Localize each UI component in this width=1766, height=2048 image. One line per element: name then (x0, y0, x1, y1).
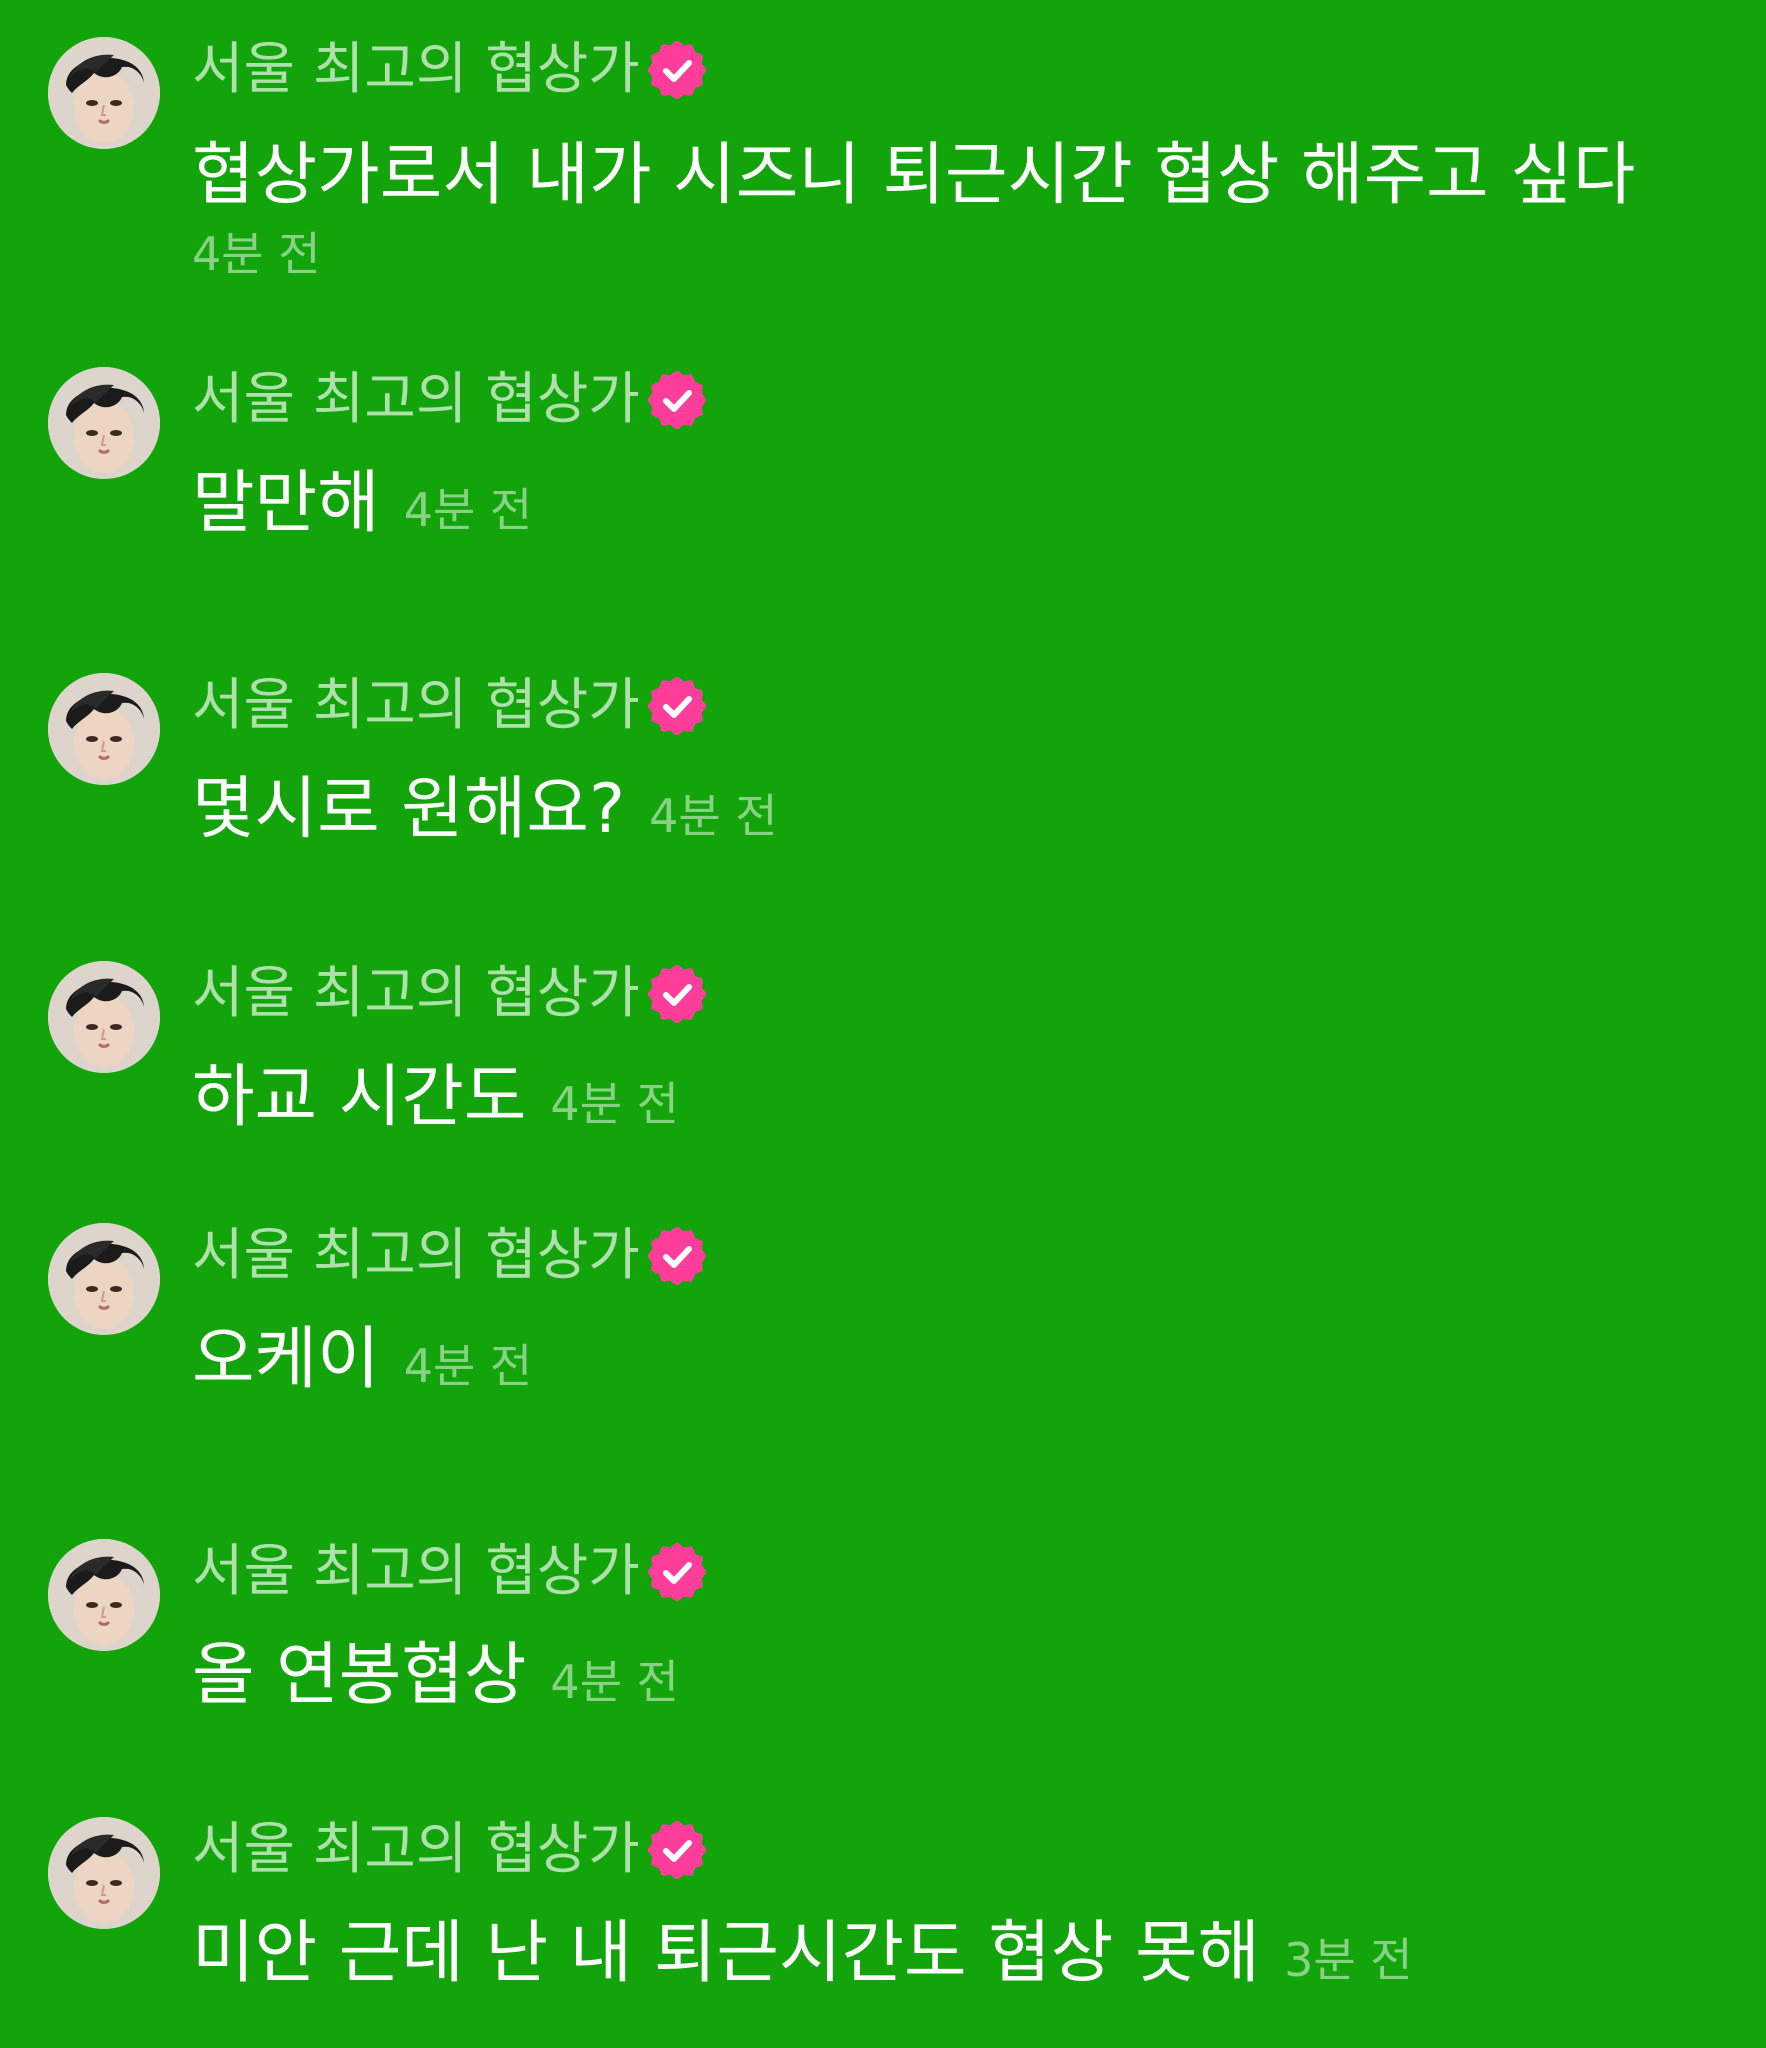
comment-timestamp: 4분 전 (550, 1655, 679, 1709)
comment-body: 말만해 4분 전 (192, 458, 532, 550)
comment-text: 오케이 (192, 1320, 380, 1399)
username[interactable]: 서울 최고의 협상가 (192, 1532, 640, 1612)
comment-body: 미안 근데 난 내 퇴근시간도 협상 못해 3분 전 (192, 1908, 1413, 2000)
comment-header: 서울 최고의 협상가 (192, 360, 706, 440)
comment-text: 미안 근데 난 내 퇴근시간도 협상 못해 (192, 1914, 1261, 1993)
username[interactable]: 서울 최고의 협상가 (192, 954, 640, 1034)
username[interactable]: 서울 최고의 협상가 (192, 666, 640, 746)
username[interactable]: 서울 최고의 협상가 (192, 360, 640, 440)
username[interactable]: 서울 최고의 협상가 (192, 30, 640, 110)
comment-header: 서울 최고의 협상가 (192, 666, 706, 746)
comment-header: 서울 최고의 협상가 (192, 954, 706, 1034)
user-avatar[interactable] (48, 961, 160, 1073)
comment-body: 올 연봉협상 4분 전 (192, 1630, 679, 1722)
username[interactable]: 서울 최고의 협상가 (192, 1216, 640, 1296)
comment-timestamp: 4분 전 (550, 1077, 679, 1131)
user-avatar[interactable] (48, 37, 160, 149)
comment-header: 서울 최고의 협상가 (192, 1810, 706, 1890)
comment-timestamp: 4분 전 (403, 1339, 533, 1393)
user-avatar[interactable] (48, 1539, 160, 1651)
verified-badge-icon (647, 1227, 706, 1285)
comment-text: 하교 시간도 (192, 1058, 527, 1137)
verified-badge-icon (647, 371, 706, 429)
comment-body: 하교 시간도 4분 전 (192, 1052, 679, 1144)
comment-feed: 서울 최고의 협상가 협상가로서 내가 시즈니 퇴근시간 협상 해주고 싶다 4… (0, 0, 1766, 2048)
comment-timestamp: 4분 전 (403, 483, 533, 537)
comment-timestamp: 3분 전 (1284, 1933, 1413, 1987)
username[interactable]: 서울 최고의 협상가 (192, 1810, 640, 1890)
user-avatar[interactable] (48, 1817, 160, 1929)
comment-text: 협상가로서 내가 시즈니 퇴근시간 협상 해주고 싶다 (192, 136, 1636, 215)
user-avatar[interactable] (48, 367, 160, 479)
verified-badge-icon (647, 677, 706, 735)
verified-badge-icon (647, 1543, 706, 1601)
user-avatar[interactable] (48, 1223, 160, 1335)
user-avatar[interactable] (48, 673, 160, 785)
comment-timestamp: 4분 전 (192, 227, 321, 281)
comment-timestamp: 4분 전 (649, 789, 778, 843)
verified-badge-icon (647, 1821, 706, 1879)
comment-body: 오케이 4분 전 (192, 1314, 532, 1406)
comment-header: 서울 최고의 협상가 (192, 1216, 706, 1296)
verified-badge-icon (647, 41, 706, 99)
verified-badge-icon (647, 965, 706, 1023)
comment-text: 올 연봉협상 (192, 1636, 527, 1715)
comment-body: 협상가로서 내가 시즈니 퇴근시간 협상 해주고 싶다 (192, 130, 1635, 222)
comment-header: 서울 최고의 협상가 (192, 30, 706, 110)
comment-header: 서울 최고의 협상가 (192, 1532, 706, 1612)
comment-text: 말만해 (192, 464, 380, 543)
comment-body: 몇시로 원해요? 4분 전 (192, 764, 778, 856)
comment-text: 몇시로 원해요? (192, 770, 626, 849)
